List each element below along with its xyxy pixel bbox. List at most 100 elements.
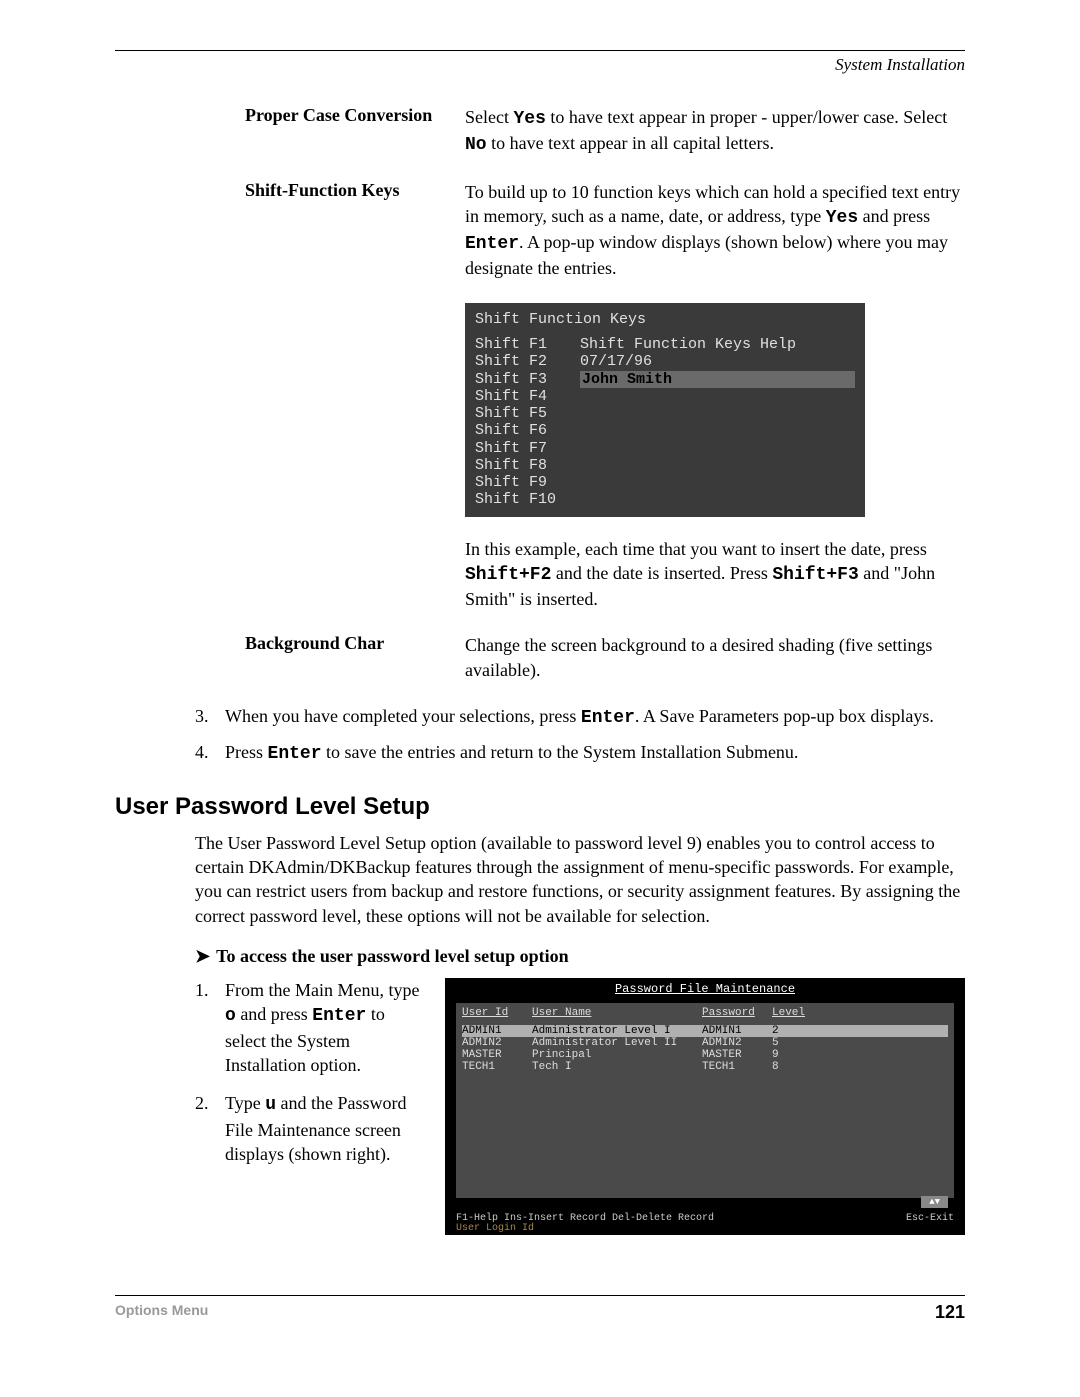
list-body: From the Main Menu, type o and press Ent… <box>225 978 425 1077</box>
list-item: 3. When you have completed your selectio… <box>195 704 965 730</box>
shift-row: Shift F5 <box>475 405 855 422</box>
shift-key-value <box>580 422 855 439</box>
arrow-icon: ➤ <box>195 946 210 966</box>
ordered-list-b: 1. From the Main Menu, type o and press … <box>195 978 425 1166</box>
shift-row: Shift F8 <box>475 457 855 474</box>
list-number: 2. <box>195 1091 225 1166</box>
cell-password: ADMIN1 <box>702 1025 772 1037</box>
def-shift-keys: Shift-Function Keys To build up to 10 fu… <box>245 180 965 281</box>
definition-table-cont: In this example, each time that you want… <box>245 537 965 682</box>
shift-key-label: Shift F3 <box>475 371 580 388</box>
shift-row: Shift F207/17/96 <box>475 353 855 370</box>
text: and press <box>858 206 930 226</box>
shift-row: Shift F6 <box>475 422 855 439</box>
def-background-char: Background Char Change the screen backgr… <box>245 633 965 682</box>
list-number: 3. <box>195 704 225 730</box>
header-rule <box>115 50 965 51</box>
section-heading: User Password Level Setup <box>115 793 965 821</box>
text: In this example, each time that you want… <box>465 539 927 559</box>
list-body: When you have completed your selections,… <box>225 704 965 730</box>
text: and the date is inserted. Press <box>551 563 772 583</box>
shift-key-value <box>580 388 855 405</box>
def-proper-case: Proper Case Conversion Select Yes to hav… <box>245 105 965 158</box>
shift-key-value <box>580 491 855 508</box>
list-item: 1. From the Main Menu, type o and press … <box>195 978 425 1077</box>
login-prompt: User Login Id <box>456 1223 534 1234</box>
shift-key-label: Shift F5 <box>475 405 580 422</box>
cell-level: 2 <box>772 1025 812 1037</box>
list-body: Type u and the Password File Maintenance… <box>225 1091 425 1166</box>
shift-key-value <box>580 440 855 457</box>
procedure-heading: ➤ To access the user password level setup… <box>195 944 965 968</box>
definition-table: Proper Case Conversion Select Yes to hav… <box>245 105 965 281</box>
keyword-yes: Yes <box>513 109 545 129</box>
shift-key-label: Shift F6 <box>475 422 580 439</box>
text: to save the entries and return to the Sy… <box>322 742 799 762</box>
status-right: Esc-Exit <box>906 1213 954 1224</box>
cell-username: Tech I <box>532 1061 702 1073</box>
def-desc: To build up to 10 function keys which ca… <box>465 180 965 281</box>
shift-row: Shift F10 <box>475 491 855 508</box>
cell-username: Administrator Level I <box>532 1025 702 1037</box>
steps-column: 1. From the Main Menu, type o and press … <box>195 978 425 1235</box>
def-desc: Select Yes to have text appear in proper… <box>465 105 965 158</box>
shift-key-label: Shift F7 <box>475 440 580 457</box>
cell-userid: MASTER <box>462 1049 532 1061</box>
list-item: 4. Press Enter to save the entries and r… <box>195 740 965 766</box>
table-row: ADMIN2 Administrator Level II ADMIN2 5 <box>462 1037 948 1049</box>
text: to have text appear in all capital lette… <box>487 133 774 153</box>
cell-userid: TECH1 <box>462 1061 532 1073</box>
shift-key-value: 07/17/96 <box>580 353 855 370</box>
text: to have text appear in proper - upper/lo… <box>546 107 947 127</box>
cell-level: 9 <box>772 1049 812 1061</box>
cell-password: MASTER <box>702 1049 772 1061</box>
ordered-list-a: 3. When you have completed your selectio… <box>195 704 965 767</box>
def-term: Background Char <box>245 633 465 682</box>
cell-password: ADMIN2 <box>702 1037 772 1049</box>
shift-row: Shift F9 <box>475 474 855 491</box>
text: . A pop-up window displays (shown below)… <box>465 232 948 278</box>
footer-section: Options Menu <box>115 1302 208 1323</box>
scroll-indicator-icon: ▲▼ <box>921 1196 948 1208</box>
list-number: 1. <box>195 978 225 1077</box>
col-level: Level <box>772 1007 812 1019</box>
def-desc: In this example, each time that you want… <box>465 537 965 612</box>
pwd-header-row: User Id User Name Password Level <box>462 1007 948 1019</box>
shift-row: Shift F1Shift Function Keys Help <box>475 336 855 353</box>
text: From the Main Menu, type <box>225 980 419 1000</box>
text: Type <box>225 1093 265 1113</box>
shift-key-value <box>580 474 855 491</box>
cell-level: 8 <box>772 1061 812 1073</box>
footer-rule <box>115 1295 965 1296</box>
pwd-table: User Id User Name Password Level ADMIN1 … <box>456 1003 954 1198</box>
section-paragraph: The User Password Level Setup option (av… <box>195 831 965 928</box>
header-section: System Installation <box>115 55 965 75</box>
keyword-enter: Enter <box>581 708 635 728</box>
shift-key-label: Shift F9 <box>475 474 580 491</box>
keyword-enter: Enter <box>268 744 322 764</box>
cell-userid: ADMIN2 <box>462 1037 532 1049</box>
col-userid: User Id <box>462 1007 532 1019</box>
cell-username: Principal <box>532 1049 702 1061</box>
cell-password: TECH1 <box>702 1061 772 1073</box>
shift-key-value-highlighted: John Smith <box>580 371 855 388</box>
list-number: 4. <box>195 740 225 766</box>
procedure-title: To access the user password level setup … <box>216 946 569 966</box>
footer: Options Menu 121 <box>115 1295 965 1323</box>
table-row-highlighted: ADMIN1 Administrator Level I ADMIN1 2 <box>462 1025 948 1037</box>
shift-key-value <box>580 457 855 474</box>
shift-row: Shift F3John Smith <box>475 371 855 388</box>
list-item: 2. Type u and the Password File Maintena… <box>195 1091 425 1166</box>
two-column-layout: 1. From the Main Menu, type o and press … <box>195 978 965 1235</box>
shift-key-label: Shift F10 <box>475 491 580 508</box>
text: and press <box>236 1004 312 1024</box>
footer-row: Options Menu 121 <box>115 1302 965 1323</box>
shift-key-value <box>580 405 855 422</box>
text: Press <box>225 742 268 762</box>
def-desc: Change the screen background to a desire… <box>465 633 965 682</box>
password-maintenance-screenshot: Password File Maintenance User Id User N… <box>445 978 965 1235</box>
def-term: Shift-Function Keys <box>245 180 465 281</box>
shift-key-label: Shift F8 <box>475 457 580 474</box>
list-body: Press Enter to save the entries and retu… <box>225 740 965 766</box>
table-row: TECH1 Tech I TECH1 8 <box>462 1061 948 1073</box>
